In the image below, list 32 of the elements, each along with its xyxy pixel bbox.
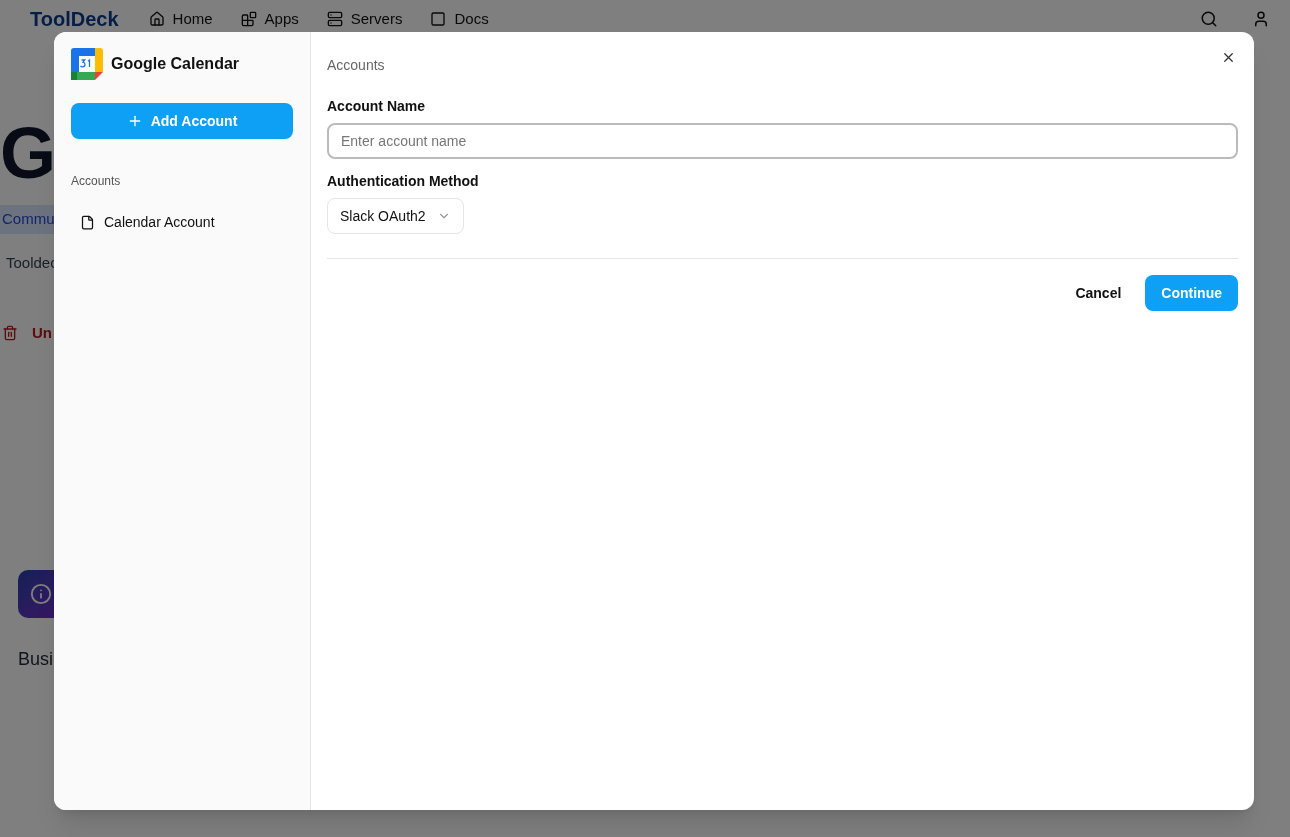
cancel-button[interactable]: Cancel	[1059, 275, 1138, 311]
nav-link[interactable]: Apps	[240, 7, 299, 31]
blocks-icon	[240, 11, 257, 27]
sidebar-heading: Accounts	[71, 173, 122, 190]
field-label: Account Name	[327, 97, 427, 116]
file-icon	[80, 214, 95, 230]
home-icon	[148, 11, 165, 27]
nav-link[interactable]: Servers	[326, 7, 403, 31]
close-icon	[1221, 50, 1236, 65]
user-icon[interactable]	[1252, 10, 1270, 28]
app-title: Google Calendar	[111, 54, 240, 74]
add-account-button[interactable]: Add Account	[71, 103, 293, 139]
account-name-field[interactable]: Enter account name	[327, 123, 1238, 159]
info-icon	[30, 582, 52, 605]
category-tag[interactable]: Commu	[0, 205, 57, 234]
field-label: Authentication Method	[327, 172, 480, 191]
trash-icon[interactable]	[2, 325, 18, 342]
account-item[interactable]: Calendar Account	[71, 206, 293, 238]
description-text: Tooldec	[6, 252, 58, 273]
server-icon	[326, 11, 343, 27]
search-icon[interactable]	[1200, 10, 1218, 28]
page-heading: G	[0, 117, 56, 189]
square-icon	[430, 11, 447, 27]
logo[interactable]: ToolDeck	[30, 4, 119, 34]
auth-method-select[interactable]: Slack OAuth2	[327, 198, 464, 234]
breadcrumb: Accounts	[327, 57, 385, 74]
uninstall-link[interactable]: Un	[32, 322, 52, 345]
calendar-logo-icon	[71, 48, 103, 80]
section-title: Busi	[18, 647, 53, 671]
nav-link[interactable]: Home	[148, 7, 213, 31]
nav-link[interactable]: Docs	[430, 7, 489, 31]
continue-button[interactable]: Continue	[1145, 275, 1238, 311]
